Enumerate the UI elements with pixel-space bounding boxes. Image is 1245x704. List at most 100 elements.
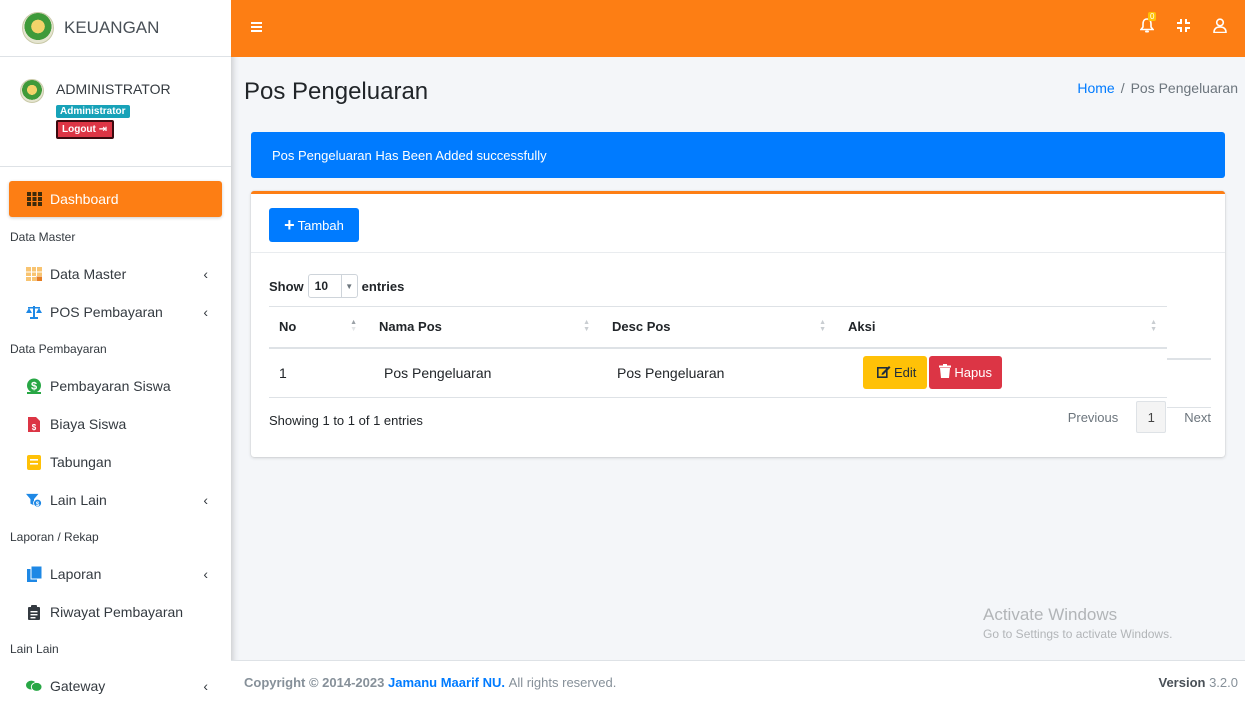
footer: Copyright © 2014-2023 Jamanu Maarif NU. … xyxy=(231,660,1245,704)
column-header-label: Nama Pos xyxy=(379,319,442,335)
breadcrumb: Home / Pos Pengeluaran xyxy=(1077,80,1238,96)
sidebar-item-tabungan[interactable]: Tabungan xyxy=(9,443,222,481)
topbar: 0 xyxy=(231,0,1245,57)
table-info: Showing 1 to 1 of 1 entries xyxy=(269,413,423,428)
user-icon[interactable] xyxy=(1213,18,1227,38)
sidebar-item-label: Laporan xyxy=(50,566,102,582)
sidebar-item-gateway[interactable]: Gateway ‹ xyxy=(9,667,222,704)
sidebar-item-label: Tabungan xyxy=(50,454,112,470)
sidebar-item-riwayat-pembayaran[interactable]: Riwayat Pembayaran xyxy=(9,593,222,631)
add-button-label: Tambah xyxy=(297,217,344,233)
sort-icon: ▲ ▼ xyxy=(819,319,826,333)
chevron-left-icon: ‹ xyxy=(203,266,208,282)
watermark-title: Activate Windows xyxy=(983,605,1118,624)
nav-header-lain-lain: Lain Lain xyxy=(10,642,59,656)
copyright-prefix: Copyright © 2014-2023 xyxy=(244,675,385,690)
column-header-nama-pos[interactable]: Nama Pos ▲ ▼ xyxy=(367,306,600,349)
pagination-next[interactable]: Next xyxy=(1184,410,1211,425)
trash-icon xyxy=(939,364,952,381)
watermark-subtitle: Go to Settings to activate Windows. xyxy=(983,627,1173,641)
edit-icon xyxy=(877,365,891,381)
sidebar-item-label: Dashboard xyxy=(50,191,119,207)
entries-select[interactable]: 10 ▼ xyxy=(307,274,358,298)
sign-out-icon: ⇥ xyxy=(98,124,108,135)
topbar-icons: 0 xyxy=(1139,12,1227,38)
sidebar-item-label: Riwayat Pembayaran xyxy=(50,604,184,620)
pagination-page-1[interactable]: 1 xyxy=(1136,401,1167,433)
copyright: Copyright © 2014-2023 Jamanu Maarif NU. … xyxy=(244,675,616,690)
user-name[interactable]: ADMINISTRATOR xyxy=(56,81,171,97)
svg-text:$: $ xyxy=(31,381,37,393)
card-header: + Tambah xyxy=(251,194,1225,253)
role-badge: Administrator xyxy=(56,105,130,118)
money-bill-icon xyxy=(26,678,42,694)
sidebar-item-label: POS Pembayaran xyxy=(50,304,163,320)
sidebar-item-data-master[interactable]: Data Master ‹ xyxy=(9,255,222,293)
sort-icon: ▲ ▼ xyxy=(583,319,590,333)
sidebar-item-pembayaran-siswa[interactable]: $ Pembayaran Siswa xyxy=(9,367,222,405)
column-header-aksi[interactable]: Aksi ▲ ▼ xyxy=(836,306,1167,349)
chevron-left-icon: ‹ xyxy=(203,566,208,582)
menu-toggle-icon[interactable] xyxy=(251,22,262,33)
dollar-circle-icon: $ xyxy=(26,378,42,394)
brand-link[interactable]: KEUANGAN xyxy=(0,0,231,57)
column-header-label: Aksi xyxy=(848,319,876,335)
sidebar-item-label: Lain Lain xyxy=(50,492,107,508)
nav-header-data-master: Data Master xyxy=(10,230,76,244)
sidebar-item-biaya-siswa[interactable]: $ Biaya Siswa xyxy=(9,405,222,443)
bell-icon[interactable]: 0 xyxy=(1139,12,1157,38)
nav-header-data-pembayaran: Data Pembayaran xyxy=(10,342,107,356)
edit-button[interactable]: Edit xyxy=(863,356,928,390)
copy-icon xyxy=(26,566,42,582)
scale-icon xyxy=(26,304,42,320)
column-header-no[interactable]: No ▲ ▼ xyxy=(269,306,367,349)
sidebar-nav: Dashboard Data Master Data Master ‹ POS … xyxy=(0,167,231,704)
chevron-left-icon: ‹ xyxy=(203,678,208,694)
alert-message: Pos Pengeluaran Has Been Added successfu… xyxy=(272,147,547,163)
sidebar-item-pos-pembayaran[interactable]: POS Pembayaran ‹ xyxy=(9,293,222,331)
chevron-left-icon: ‹ xyxy=(203,492,208,508)
delete-label: Hapus xyxy=(954,365,992,381)
windows-activation-watermark: Activate Windows Go to Settings to activ… xyxy=(983,605,1172,641)
sidebar-item-dashboard[interactable]: Dashboard xyxy=(9,181,222,217)
svg-text:$: $ xyxy=(32,423,37,432)
sidebar-item-label: Gateway xyxy=(50,678,106,694)
pos-table: No ▲ ▼ Nama Pos ▲ ▼ Desc Pos ▲ ▼ Aksi ▲ ▼ xyxy=(269,306,1167,398)
sidebar-item-laporan[interactable]: Laporan ‹ xyxy=(9,555,222,593)
plus-icon: + xyxy=(284,215,295,235)
edit-label: Edit xyxy=(894,365,917,381)
org-link[interactable]: Jamanu Maarif NU. xyxy=(388,675,505,690)
show-label: Show xyxy=(269,278,304,294)
logout-label: Logout xyxy=(62,124,96,135)
user-panel: ADMINISTRATOR Administrator Logout ⇥ xyxy=(0,57,231,167)
brand-title: KEUANGAN xyxy=(64,18,160,37)
entries-select-value: 10 xyxy=(314,279,329,293)
rights-text: All rights reserved. xyxy=(508,675,617,690)
pagination-previous[interactable]: Previous xyxy=(1068,410,1119,425)
column-header-label: No xyxy=(279,319,297,335)
chevron-left-icon: ‹ xyxy=(203,304,208,320)
fullscreen-icon[interactable] xyxy=(1176,18,1191,38)
cell-nama-pos: Pos Pengeluaran xyxy=(367,347,600,398)
invoice-icon: $ xyxy=(26,416,42,432)
pagination: Previous 1 Next xyxy=(1068,401,1211,433)
select-arrow-icon: ▼ xyxy=(340,275,357,297)
delete-button[interactable]: Hapus xyxy=(929,356,1002,390)
column-header-desc-pos[interactable]: Desc Pos ▲ ▼ xyxy=(600,306,836,349)
version-value: 3.2.0 xyxy=(1209,675,1238,690)
breadcrumb-separator: / xyxy=(1120,80,1125,96)
breadcrumb-current: Pos Pengeluaran xyxy=(1130,80,1238,96)
nav-header-laporan: Laporan / Rekap xyxy=(10,530,99,544)
add-button[interactable]: + Tambah xyxy=(269,208,359,242)
sidebar-item-lain-lain[interactable]: $ Lain Lain ‹ xyxy=(9,481,222,519)
sort-asc-icon: ▲ ▼ xyxy=(350,319,357,333)
brand-logo xyxy=(22,12,54,44)
savings-book-icon xyxy=(26,454,42,470)
column-header-label: Desc Pos xyxy=(612,319,671,335)
table-icon xyxy=(26,266,42,282)
funnel-dollar-icon: $ xyxy=(26,492,42,508)
logout-button[interactable]: Logout ⇥ xyxy=(56,120,114,139)
sort-icon: ▲ ▼ xyxy=(1150,319,1157,333)
breadcrumb-home-link[interactable]: Home xyxy=(1077,80,1114,96)
user-avatar xyxy=(20,79,44,103)
